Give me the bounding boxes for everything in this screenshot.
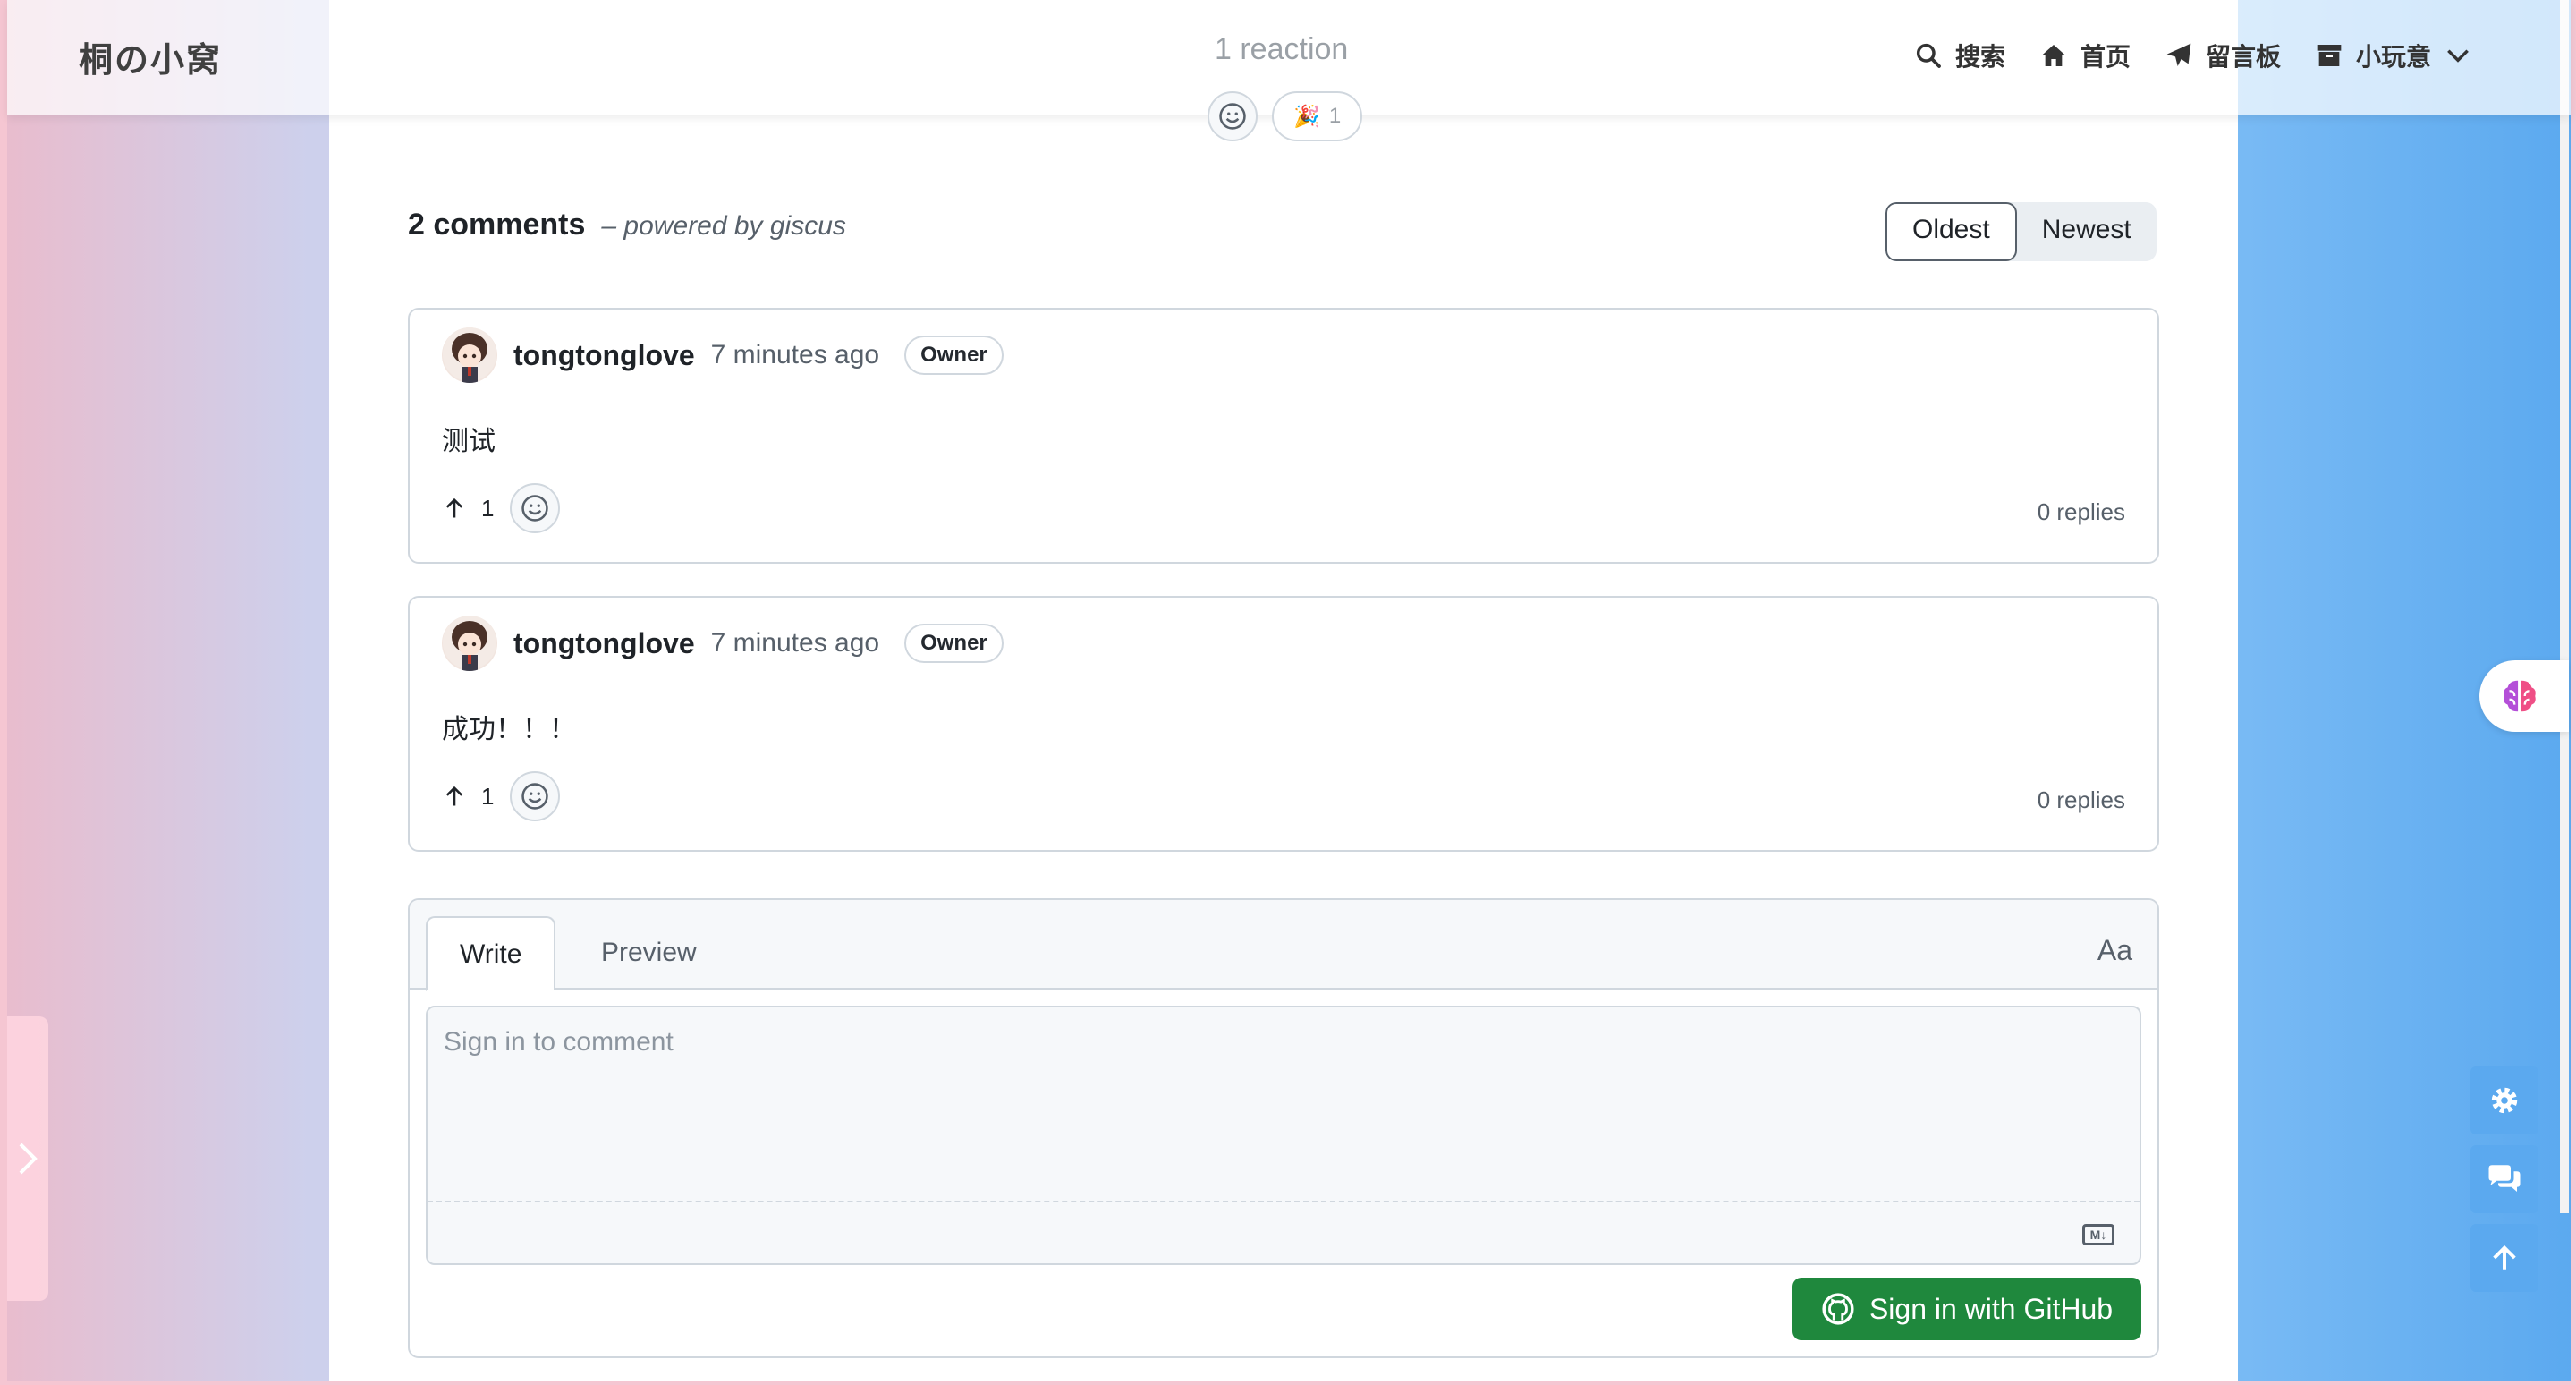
comment-placeholder: Sign in to comment [444, 1027, 674, 1057]
ai-assistant-widget[interactable] [2479, 660, 2569, 732]
chat-button[interactable] [2470, 1145, 2538, 1213]
sign-in-github-button[interactable]: Sign in with GitHub [1792, 1278, 2141, 1340]
avatar[interactable] [442, 616, 497, 671]
comment-header: tongtonglove 7 minutes ago Owner [442, 327, 1004, 383]
search-icon [1916, 43, 1941, 68]
owner-badge: Owner [904, 336, 1004, 375]
comment-body: 测试 [442, 426, 496, 457]
sort-toggle: Oldest Newest [1885, 202, 2157, 261]
reaction-pill-count: 1 [1328, 104, 1342, 128]
comment-header: tongtonglove 7 minutes ago Owner [442, 616, 1004, 671]
sidebar-toggle[interactable] [7, 1016, 48, 1301]
archive-icon [2317, 45, 2342, 66]
comment-card: tongtonglove 7 minutes ago Owner 成功！！！ 1… [408, 596, 2159, 852]
add-reaction-button[interactable] [510, 771, 561, 821]
arrow-up-icon [445, 786, 463, 806]
github-icon [1822, 1293, 1854, 1325]
comments-icon [2488, 1165, 2521, 1192]
comment-footer: 1 [442, 483, 561, 533]
sort-oldest-button[interactable]: Oldest [1885, 202, 2017, 261]
chevron-right-icon [19, 1143, 38, 1175]
powered-by-giscus[interactable]: – powered by giscus [601, 211, 846, 242]
nav-label-home: 首页 [2080, 42, 2131, 72]
owner-badge: Owner [904, 624, 1004, 663]
gear-icon [2491, 1087, 2518, 1114]
sign-in-github-label: Sign in with GitHub [1868, 1292, 2114, 1325]
arrow-up-icon [445, 497, 463, 518]
tada-icon: 🎉 [1293, 104, 1320, 129]
comment-textarea[interactable]: Sign in to comment M↓ [426, 1006, 2141, 1265]
markdown-icon: M↓ [2082, 1224, 2114, 1245]
upvote-button[interactable]: 1 [442, 783, 494, 811]
editor-tabs: Write Preview Aa [410, 900, 2157, 991]
comment-author[interactable]: tongtonglove [513, 627, 695, 660]
nav-item-guestbook[interactable]: 留言板 [2165, 38, 2281, 73]
avatar-illustration [443, 616, 496, 671]
comment-card: tongtonglove 7 minutes ago Owner 测试 1 0 … [408, 308, 2159, 564]
comment-body: 成功！！！ [442, 714, 576, 745]
paper-plane-icon [2166, 43, 2191, 66]
sort-newest-button[interactable]: Newest [2017, 202, 2157, 261]
comment-editor: Write Preview Aa Sign in to comment M↓ S… [408, 898, 2159, 1358]
arrow-up-icon [2493, 1245, 2516, 1270]
settings-button[interactable] [2470, 1066, 2538, 1134]
nav-item-home[interactable]: 首页 [2039, 38, 2131, 73]
nav-label-guestbook: 留言板 [2205, 42, 2281, 72]
back-to-top-button[interactable] [2470, 1224, 2538, 1292]
reaction-bar: 🎉 1 [1208, 91, 1363, 141]
comment-author[interactable]: tongtonglove [513, 339, 695, 372]
smiley-icon [521, 495, 549, 522]
add-reaction-button[interactable] [1208, 91, 1258, 141]
nav-menu: 搜索 首页 留言板 小玩意 [1914, 38, 2472, 73]
scrollbar[interactable] [2560, 0, 2569, 1213]
smiley-icon [521, 783, 549, 810]
upvote-button[interactable]: 1 [442, 495, 494, 523]
comment-footer: 1 [442, 771, 561, 821]
nav-label-gadgets: 小玩意 [2355, 42, 2431, 72]
upvote-count: 1 [481, 494, 495, 522]
reaction-pill-tada[interactable]: 🎉 1 [1272, 91, 1363, 141]
add-reaction-button[interactable] [510, 483, 561, 533]
reaction-count-label: 1 reaction [1215, 32, 1349, 66]
tab-preview[interactable]: Preview [569, 916, 729, 991]
home-icon [2041, 45, 2066, 66]
smiley-icon [1219, 103, 1246, 130]
comments-count-title: 2 comments [408, 208, 586, 242]
site-brand[interactable]: 桐の小窝 [79, 32, 222, 81]
nav-label-search: 搜索 [1954, 42, 2005, 72]
avatar[interactable] [442, 327, 497, 383]
replies-count: 0 replies [2037, 786, 2125, 813]
brain-icon [2504, 680, 2536, 712]
comment-timestamp[interactable]: 7 minutes ago [711, 340, 879, 370]
comments-header: 2 comments – powered by giscus [408, 208, 846, 242]
nav-item-gadgets[interactable]: 小玩意 [2315, 38, 2472, 73]
comment-timestamp[interactable]: 7 minutes ago [711, 628, 879, 659]
text-format-toggle[interactable]: Aa [2097, 934, 2132, 967]
nav-item-search[interactable]: 搜索 [1914, 38, 2005, 73]
upvote-count: 1 [481, 782, 495, 810]
chevron-down-icon [2447, 49, 2469, 63]
textarea-divider [428, 1201, 2140, 1202]
tab-write[interactable]: Write [426, 916, 556, 991]
avatar-illustration [443, 327, 496, 383]
replies-count: 0 replies [2037, 498, 2125, 525]
